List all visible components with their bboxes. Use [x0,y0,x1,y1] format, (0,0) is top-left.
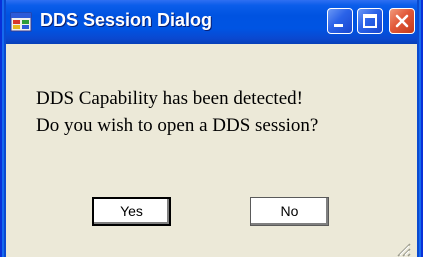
maximize-button[interactable] [357,8,383,34]
message-line-2: Do you wish to open a DDS session? [36,115,319,136]
window-title: DDS Session Dialog [40,10,213,30]
minimize-icon [334,24,343,27]
message-line-1: DDS Capability has been detected! [36,88,303,109]
maximize-icon [363,14,377,28]
resize-grip-icon[interactable] [393,239,411,257]
dds-session-dialog: DDS Session Dialog DDS Capability has be… [0,0,423,257]
minimize-button[interactable] [327,8,353,34]
title-bar[interactable]: DDS Session Dialog [0,0,423,44]
no-button[interactable]: No [250,197,329,226]
dialog-body: DDS Capability has been detected! Do you… [6,44,417,257]
window-frame-right [417,0,423,257]
close-icon [394,13,410,29]
close-button[interactable] [389,8,415,34]
dialog-app-icon [10,11,32,33]
yes-button[interactable]: Yes [92,197,171,226]
